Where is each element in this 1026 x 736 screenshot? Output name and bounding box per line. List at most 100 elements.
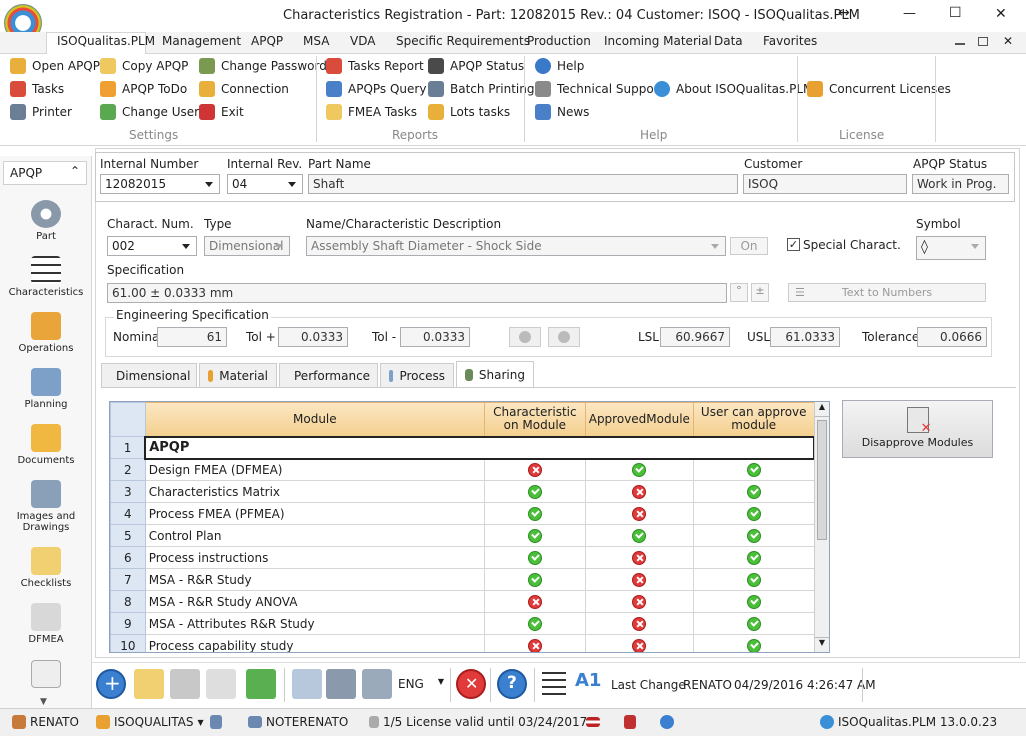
status-company[interactable]: ISOQUALITAS ▼ [96, 712, 204, 732]
lsl-field[interactable]: 60.9667 [660, 327, 730, 347]
status-cell[interactable] [692, 568, 815, 591]
status-cell[interactable] [483, 458, 586, 481]
table-row[interactable]: 8 MSA - R&R Study ANOVA [110, 590, 815, 613]
status-cell[interactable] [584, 568, 694, 591]
apqp-status-button[interactable]: APQP Status [428, 56, 524, 76]
status-user[interactable]: RENATO [12, 712, 79, 732]
save-button[interactable] [170, 669, 200, 699]
on-button[interactable]: On [730, 237, 768, 255]
customer-field[interactable]: ISOQ [743, 174, 907, 194]
internal-number-select[interactable]: 12082015 [100, 174, 220, 194]
menu-tab-vda[interactable]: VDA [350, 34, 375, 52]
status-cell[interactable] [692, 502, 815, 525]
list-view-button[interactable] [542, 672, 566, 696]
status-cell[interactable] [483, 590, 586, 613]
status-cell[interactable] [584, 502, 694, 525]
pdf-button[interactable] [362, 669, 392, 699]
printer-button[interactable]: Printer [10, 102, 72, 122]
charact-num-select[interactable]: 002 [107, 236, 197, 256]
nav-item-characteristics[interactable]: Characteristics [0, 256, 92, 298]
help-button[interactable]: Help [535, 56, 584, 76]
status-cell[interactable] [483, 568, 586, 591]
sort-az-button[interactable]: A1 [575, 670, 605, 700]
column-header-approved-module[interactable]: ApprovedModule [584, 402, 694, 437]
status-cell[interactable] [692, 634, 815, 652]
nav-item-dfmea[interactable]: DFMEA [0, 603, 92, 645]
delete-button[interactable]: ✕ [456, 669, 486, 699]
disapprove-modules-button[interactable]: ✕ Disapprove Modules [842, 400, 993, 458]
table-row-group[interactable]: 1 APQP [110, 435, 815, 460]
nav-scroll-down-icon[interactable]: ▼ [40, 697, 47, 707]
apqp-status-field[interactable]: Work in Prog. [912, 174, 1009, 194]
exit-button[interactable]: Exit [199, 102, 244, 122]
maximize-button[interactable]: ☐ [949, 5, 962, 21]
column-header-user-can-approve[interactable]: User can approve module [692, 402, 815, 437]
print-button[interactable] [326, 669, 356, 699]
table-row[interactable]: 9 MSA - Attributes R&R Study [110, 612, 815, 635]
open-apqp-button[interactable]: Open APQP [10, 56, 100, 76]
special-charact-checkbox[interactable]: ✓ [787, 238, 800, 251]
scroll-up-button[interactable]: ▲ [815, 402, 829, 417]
table-row[interactable]: 5 Control Plan [110, 524, 815, 547]
nav-item-planning[interactable]: Planning [0, 368, 92, 410]
change-user-button[interactable]: Change User [100, 102, 199, 122]
scroll-thumb[interactable] [817, 420, 827, 540]
status-flag[interactable] [586, 712, 600, 732]
status-cell[interactable] [692, 524, 815, 547]
about-button[interactable]: About ISOQualitas.PLM [654, 79, 813, 99]
nav-item-operations[interactable]: Operations [0, 312, 92, 354]
language-select[interactable]: ENG ▼ [398, 677, 446, 695]
status-cell[interactable] [692, 458, 815, 481]
column-header-module[interactable]: Module [144, 402, 485, 437]
status-cell[interactable] [483, 524, 586, 547]
status-cell[interactable] [483, 502, 586, 525]
menu-tab-data[interactable]: Data [714, 34, 743, 52]
tab-sharing[interactable]: Sharing [456, 361, 534, 387]
status-cell[interactable] [483, 480, 586, 503]
ribbon-restore-icon[interactable] [978, 37, 988, 46]
minimize-button[interactable]: — [903, 6, 916, 21]
status-cell[interactable] [584, 458, 694, 481]
nominal-field[interactable]: 61 [157, 327, 227, 347]
nav-header[interactable]: APQP ⌃ [3, 161, 87, 185]
tab-performance[interactable]: Performance [279, 363, 378, 387]
status-cell[interactable] [584, 546, 694, 569]
table-row[interactable]: 2 Design FMEA (DFMEA) [110, 458, 815, 481]
add-button[interactable]: + [96, 669, 126, 699]
table-row[interactable]: 6 Process instructions [110, 546, 815, 569]
apqps-query-button[interactable]: APQPs Query [326, 79, 426, 99]
text-to-numbers-button[interactable]: ☰ Text to Numbers [788, 283, 986, 302]
tasks-report-button[interactable]: Tasks Report [326, 56, 424, 76]
table-row[interactable]: 10 Process capability study [110, 634, 815, 652]
news-button[interactable]: News [535, 102, 589, 122]
preview-button[interactable] [292, 669, 322, 699]
status-pdf[interactable] [624, 712, 636, 732]
apqp-todo-button[interactable]: APQP ToDo [100, 79, 187, 99]
add-tolerance-button[interactable] [509, 327, 541, 347]
change-password-button[interactable]: Change Password [199, 56, 327, 76]
internal-rev-select[interactable]: 04 [227, 174, 303, 194]
menu-tab-production[interactable]: Production [527, 34, 591, 52]
menu-tab-apqp[interactable]: APQP [251, 34, 283, 52]
tol-plus-field[interactable]: 0.0333 [278, 327, 348, 347]
status-cell[interactable] [584, 480, 694, 503]
menu-tab-incoming-material[interactable]: Incoming Material [604, 34, 712, 52]
status-cell[interactable] [483, 546, 586, 569]
tab-process[interactable]: Process [380, 363, 454, 387]
tol-minus-field[interactable]: 0.0333 [400, 327, 470, 347]
menu-tab-msa[interactable]: MSA [303, 34, 329, 52]
close-button[interactable]: ✕ [995, 6, 1007, 22]
nav-item-checklists[interactable]: Checklists [0, 547, 92, 589]
type-select[interactable]: Dimensional [204, 236, 290, 256]
status-cell[interactable] [483, 612, 586, 635]
status-cell[interactable] [584, 634, 694, 652]
nav-item-part[interactable]: Part [0, 200, 92, 242]
degree-button[interactable]: ° [730, 283, 748, 302]
status-cell[interactable] [584, 524, 694, 547]
table-row[interactable]: 4 Process FMEA (PFMEA) [110, 502, 815, 525]
status-note-icon[interactable] [210, 712, 222, 732]
nav-item-next[interactable] [0, 660, 92, 691]
status-cell[interactable] [584, 590, 694, 613]
connection-button[interactable]: Connection [199, 79, 289, 99]
symbol-select[interactable]: ◊ [916, 236, 986, 260]
